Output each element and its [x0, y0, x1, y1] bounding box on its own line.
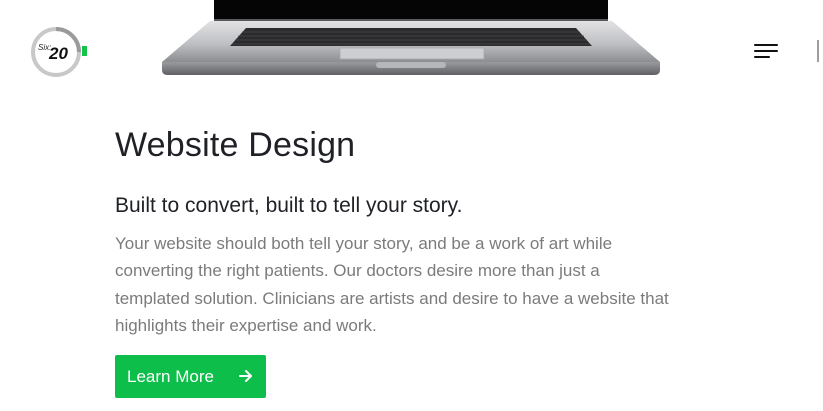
section-title: Website Design	[115, 126, 356, 164]
logo-accent-mark	[82, 46, 87, 56]
section-description: Your website should both tell your story…	[115, 230, 715, 339]
arrow-right-icon	[238, 368, 254, 384]
site-logo[interactable]: Six: 20	[30, 26, 94, 78]
menu-bar-middle	[754, 50, 778, 52]
menu-bar-top	[754, 44, 778, 46]
page: Six: 20 Website Design Built to convert,…	[0, 0, 823, 411]
laptop-image	[160, 0, 662, 80]
description-line: templated solution. Clinicians are artis…	[115, 288, 669, 308]
logo-number-text: 20	[48, 44, 68, 63]
description-line: highlights their expertise and work.	[115, 315, 377, 335]
scrollbar[interactable]	[817, 40, 819, 62]
learn-more-label: Learn More	[127, 366, 214, 386]
menu-bar-bottom	[754, 56, 770, 58]
hamburger-menu-icon[interactable]	[754, 44, 780, 60]
description-line: converting the right patients. Our docto…	[115, 261, 600, 281]
section-subtitle: Built to convert, built to tell your sto…	[115, 194, 463, 217]
learn-more-button[interactable]: Learn More	[115, 355, 266, 398]
logo-mark: Six: 20	[31, 27, 87, 77]
description-line: Your website should both tell your story…	[115, 234, 613, 253]
